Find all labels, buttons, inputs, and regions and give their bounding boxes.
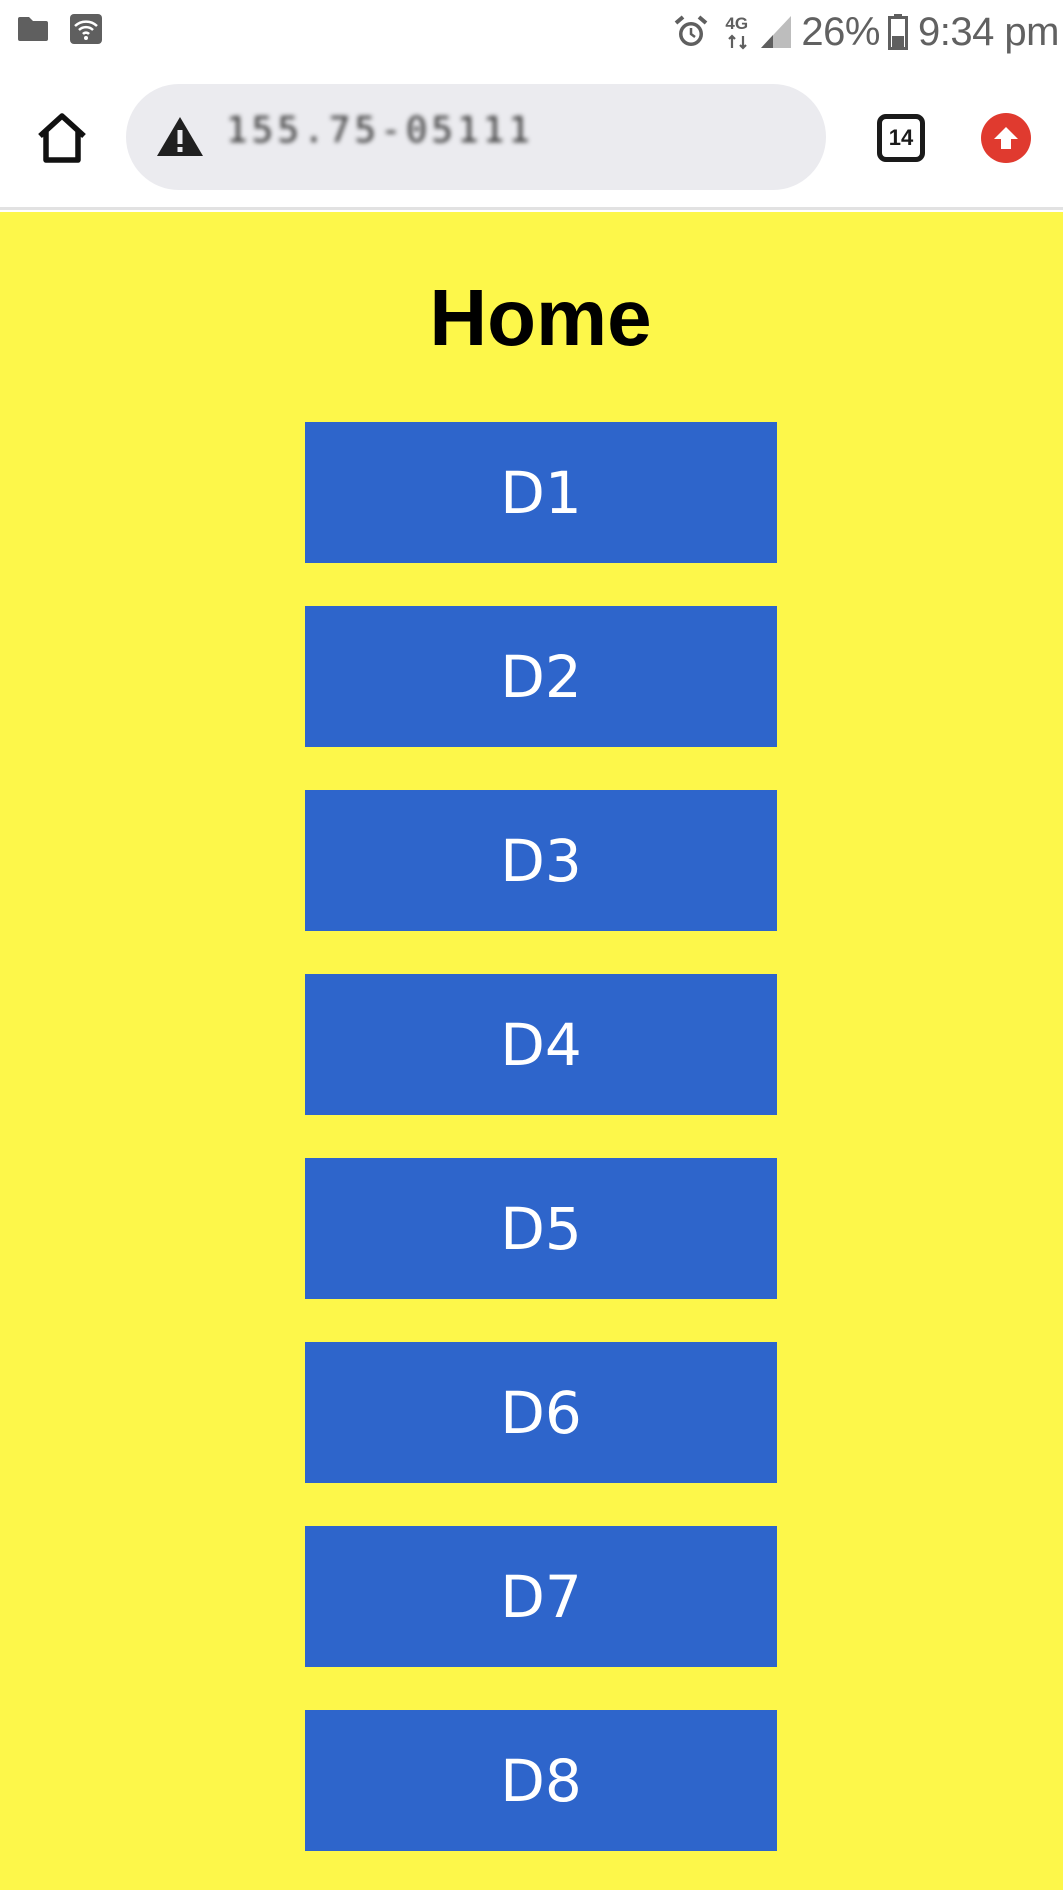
d8-button[interactable]: D8: [305, 1710, 777, 1851]
signal-icon: [759, 14, 793, 50]
status-bar-right: 4G 26% 9:34 pm: [673, 9, 1060, 54]
status-bar-left: [16, 14, 102, 44]
network-4g-icon: 4G: [723, 12, 753, 52]
d2-button[interactable]: D2: [305, 606, 777, 747]
home-button[interactable]: [34, 110, 90, 166]
d4-button[interactable]: D4: [305, 974, 777, 1115]
button-list: D1 D2 D3 D4 D5 D6 D7 D8: [305, 422, 777, 1890]
battery-percent: 26%: [801, 9, 880, 54]
status-bar: 4G 26% 9:34 pm: [0, 0, 1063, 66]
browser-toolbar: 155.75-05111 14: [0, 66, 1063, 210]
url-text[interactable]: 155.75-05111: [226, 110, 534, 151]
tab-switcher-icon[interactable]: 14: [877, 114, 925, 162]
d7-button[interactable]: D7: [305, 1526, 777, 1667]
update-icon[interactable]: [981, 113, 1031, 163]
page-content: Home D1 D2 D3 D4 D5 D6 D7 D8: [0, 212, 1063, 1890]
alarm-icon: [673, 14, 709, 50]
battery-icon: [887, 14, 908, 50]
page-title: Home: [429, 273, 652, 362]
wifi-icon: [70, 14, 102, 44]
d5-button[interactable]: D5: [305, 1158, 777, 1299]
warning-icon[interactable]: [154, 114, 206, 163]
folder-icon: [16, 15, 50, 43]
url-bar[interactable]: 155.75-05111: [126, 84, 826, 190]
home-icon: [38, 113, 86, 163]
d1-button[interactable]: D1: [305, 422, 777, 563]
tab-count: 14: [888, 125, 914, 150]
d3-button[interactable]: D3: [305, 790, 777, 931]
clock: 9:34 pm: [917, 9, 1060, 54]
network-label: 4G: [725, 14, 749, 33]
d6-button[interactable]: D6: [305, 1342, 777, 1483]
